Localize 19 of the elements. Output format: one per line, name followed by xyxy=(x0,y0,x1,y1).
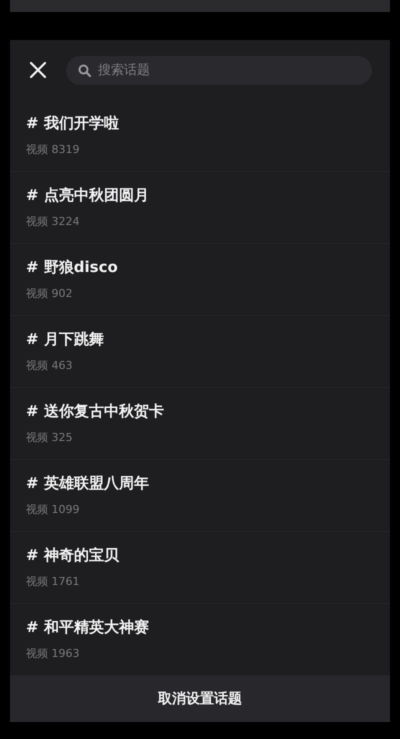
topic-title[interactable]: # 野狼disco xyxy=(26,258,118,277)
search-field[interactable]: 搜索话题 xyxy=(66,56,372,84)
video-count: 视频 1099 xyxy=(26,502,80,517)
topic-title[interactable]: # 点亮中秋团圆月 xyxy=(26,186,149,205)
video-count: 视频 325 xyxy=(26,430,72,445)
video-count: 视频 1761 xyxy=(26,574,80,589)
cancel-topic-button[interactable]: 取消设置话题 xyxy=(10,676,390,722)
topic-title[interactable]: # 神奇的宝贝 xyxy=(26,546,119,565)
topic-title[interactable]: # 和平精英大神赛 xyxy=(26,618,149,637)
video-count: 视频 463 xyxy=(26,358,72,373)
video-count: 视频 902 xyxy=(26,286,72,301)
topic-title[interactable]: # 月下跳舞 xyxy=(26,330,104,349)
video-count: 视频 1963 xyxy=(26,646,80,661)
topic-title[interactable]: # 英雄联盟八周年 xyxy=(26,474,149,493)
video-count: 视频 8319 xyxy=(26,142,80,157)
video-count: 视频 3224 xyxy=(26,214,80,229)
topic-title[interactable]: # 我们开学啦 xyxy=(26,114,119,133)
close-icon[interactable] xyxy=(28,60,48,80)
topic-title[interactable]: # 送你复古中秋贺卡 xyxy=(26,402,164,421)
